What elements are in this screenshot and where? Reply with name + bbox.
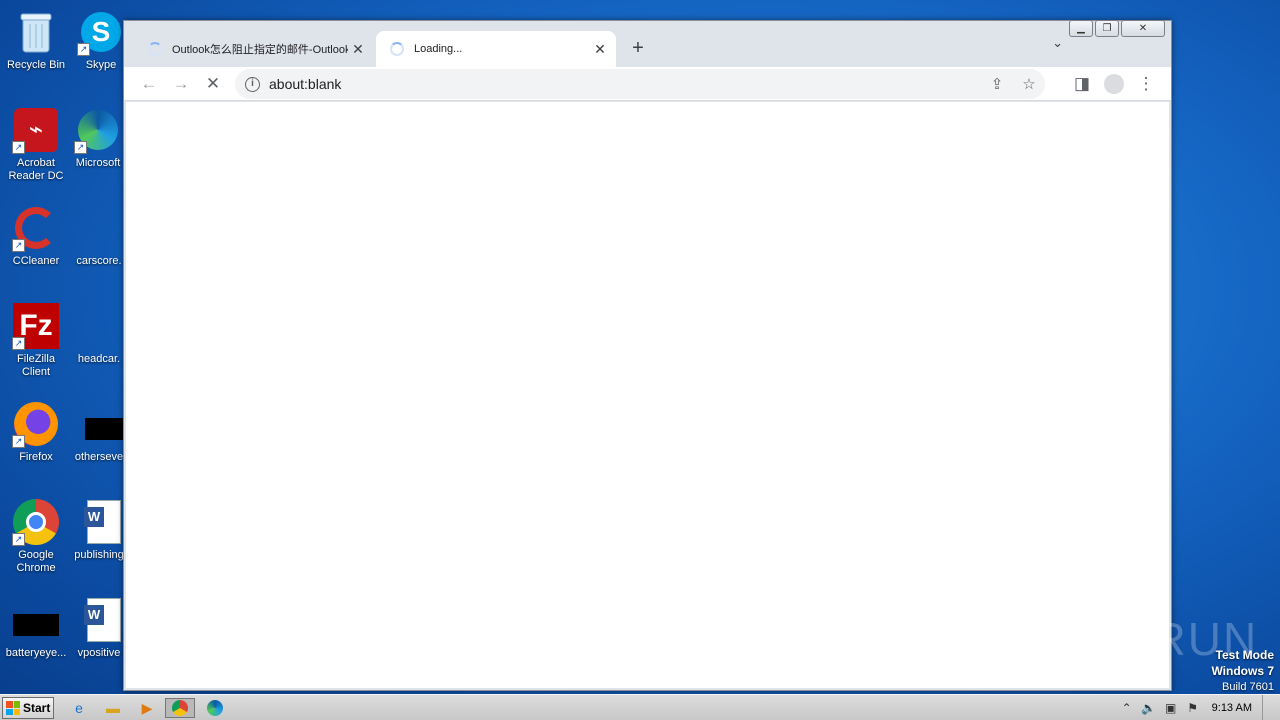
desktop-icon-vpositive[interactable]: W vpositive (72, 596, 126, 660)
tab-search-icon[interactable]: ⌄ (1052, 35, 1063, 51)
show-desktop-button[interactable] (1262, 695, 1280, 720)
acrobat-icon: ⌁ ↗ (12, 106, 60, 154)
desktop-icon-label: carscore. (76, 255, 122, 267)
desktop-icon-edge[interactable]: ↗ Microsoft (70, 106, 126, 170)
tab-loading[interactable]: Loading... ✕ (376, 31, 616, 67)
shortcut-arrow-icon: ↗ (12, 435, 25, 448)
shortcut-arrow-icon: ↗ (12, 239, 25, 252)
forward-icon[interactable]: → (168, 71, 194, 97)
action-center-flag-icon[interactable]: ⚑ (1182, 701, 1204, 715)
media-player-icon[interactable]: ▶ (136, 698, 158, 718)
edge-taskbar-icon[interactable] (204, 698, 226, 718)
loading-spinner-icon (390, 42, 404, 56)
desktop-icon-label: otherseve (74, 451, 124, 463)
tab-title: Outlook怎么阻止指定的邮件-Outlook (172, 44, 348, 56)
side-panel-icon[interactable]: ◨ (1069, 71, 1095, 97)
close-tab-icon[interactable]: ✕ (348, 41, 368, 58)
network-icon[interactable]: ▣ (1160, 701, 1182, 715)
bookmark-star-icon[interactable]: ☆ (1013, 75, 1045, 93)
desktop-icon-label: batteryeye... (5, 647, 67, 659)
word-doc-icon: W (75, 498, 123, 546)
start-label: Start (23, 701, 51, 715)
shortcut-arrow-icon: ↗ (12, 141, 25, 154)
desktop-icon-skype[interactable]: S ↗ Skype (76, 8, 126, 72)
desktop-icon-headcar[interactable]: headcar. (72, 302, 126, 366)
firefox-icon: ↗ (12, 400, 60, 448)
page-content[interactable] (126, 102, 1169, 688)
address-text[interactable]: about:blank (269, 76, 981, 92)
filezilla-icon: Fz ↗ (12, 302, 60, 350)
shortcut-arrow-icon: ↗ (77, 43, 90, 56)
share-icon[interactable]: ⇪ (981, 75, 1013, 93)
file-icon (75, 204, 123, 252)
taskbar: Start e ▬ ▶ ⌃ 🔈 ▣ ⚑ 9:13 AM (0, 694, 1280, 720)
desktop-icon-filezilla[interactable]: Fz ↗ FileZilla Client (2, 302, 70, 379)
loading-spinner-icon (148, 42, 162, 56)
shortcut-arrow-icon: ↗ (12, 533, 25, 546)
desktop-icon-label: Skype (85, 59, 117, 71)
file-icon (12, 596, 60, 644)
shortcut-arrow-icon: ↗ (74, 141, 87, 154)
desktop-icon-carscore[interactable]: carscore. (72, 204, 126, 268)
internet-explorer-icon[interactable]: e (68, 698, 90, 718)
test-mode-line: Test Mode (1215, 648, 1274, 662)
browser-toolbar: ← → ✕ i about:blank ⇪ ☆ ◨ ⋮ (124, 67, 1171, 101)
address-bar[interactable]: i about:blank ⇪ ☆ (235, 69, 1045, 99)
folder-icon[interactable]: ▬ (102, 698, 124, 718)
menu-icon[interactable]: ⋮ (1133, 71, 1159, 97)
clock[interactable]: 9:13 AM (1204, 702, 1262, 714)
volume-icon[interactable]: 🔈 (1138, 701, 1160, 715)
desktop-icon-label: Recycle Bin (6, 59, 66, 71)
desktop-icon-acrobat[interactable]: ⌁ ↗ Acrobat Reader DC (2, 106, 70, 183)
file-icon (75, 302, 123, 350)
profile-icon[interactable] (1101, 71, 1127, 97)
ccleaner-icon: ↗ (12, 204, 60, 252)
desktop-icon-label: publishing (74, 549, 124, 561)
windows-version-line: Windows 7 (1211, 664, 1274, 678)
tab-strip: Outlook怎么阻止指定的邮件-Outlook ✕ Loading... ✕ … (124, 21, 1171, 67)
desktop-icon-ccleaner[interactable]: ↗ CCleaner (2, 204, 70, 268)
desktop-icon-firefox[interactable]: ↗ Firefox (2, 400, 70, 464)
desktop-icon-chrome[interactable]: ↗ Google Chrome (2, 498, 70, 575)
windows-logo-icon (6, 701, 20, 715)
desktop-icon-label: Acrobat Reader DC (8, 157, 64, 182)
desktop-icon-recycle-bin[interactable]: Recycle Bin (2, 8, 70, 72)
desktop-icon-label: vpositive (77, 647, 121, 659)
shortcut-arrow-icon: ↗ (12, 337, 25, 350)
desktop-icon-label: FileZilla Client (17, 353, 55, 378)
recycle-bin-icon (12, 8, 60, 56)
start-button[interactable]: Start (2, 697, 54, 719)
desktop-icon-label: headcar. (77, 353, 121, 365)
chrome-icon: ↗ (12, 498, 60, 546)
new-tab-button[interactable]: + (624, 34, 652, 62)
desktop-icon-label: CCleaner (12, 255, 60, 267)
back-icon[interactable]: ← (136, 71, 162, 97)
tab-title: Loading... (414, 43, 463, 55)
tab-outlook[interactable]: Outlook怎么阻止指定的邮件-Outlook ✕ (134, 31, 374, 67)
chrome-taskbar-icon[interactable] (165, 698, 195, 718)
site-info-icon[interactable]: i (245, 76, 260, 92)
system-tray: ⌃ 🔈 ▣ ⚑ 9:13 AM (1116, 695, 1280, 720)
desktop-icon-label: Microsoft (75, 157, 121, 169)
desktop-icon-otherseve[interactable]: otherseve (72, 400, 126, 464)
show-hidden-icons-icon[interactable]: ⌃ (1116, 701, 1138, 715)
test-mode-notice: Test Mode Windows 7 Build 7601 (1211, 648, 1274, 695)
desktop-icon-label: Google Chrome (16, 549, 56, 574)
desktop-icon-publishing[interactable]: W publishing (72, 498, 126, 562)
browser-window: ▁ ❐ ✕ Outlook怎么阻止指定的邮件-Outlook ✕ Loading… (123, 20, 1172, 691)
stop-loading-icon[interactable]: ✕ (200, 71, 226, 97)
word-doc-icon: W (75, 596, 123, 644)
skype-icon: S ↗ (77, 8, 125, 56)
desktop-icon-batteryeye[interactable]: batteryeye... (2, 596, 70, 660)
file-icon (75, 400, 123, 448)
build-line: Build 7601 (1222, 681, 1274, 693)
close-tab-icon[interactable]: ✕ (590, 41, 610, 58)
edge-icon: ↗ (74, 106, 122, 154)
desktop-icon-label: Firefox (19, 451, 53, 463)
